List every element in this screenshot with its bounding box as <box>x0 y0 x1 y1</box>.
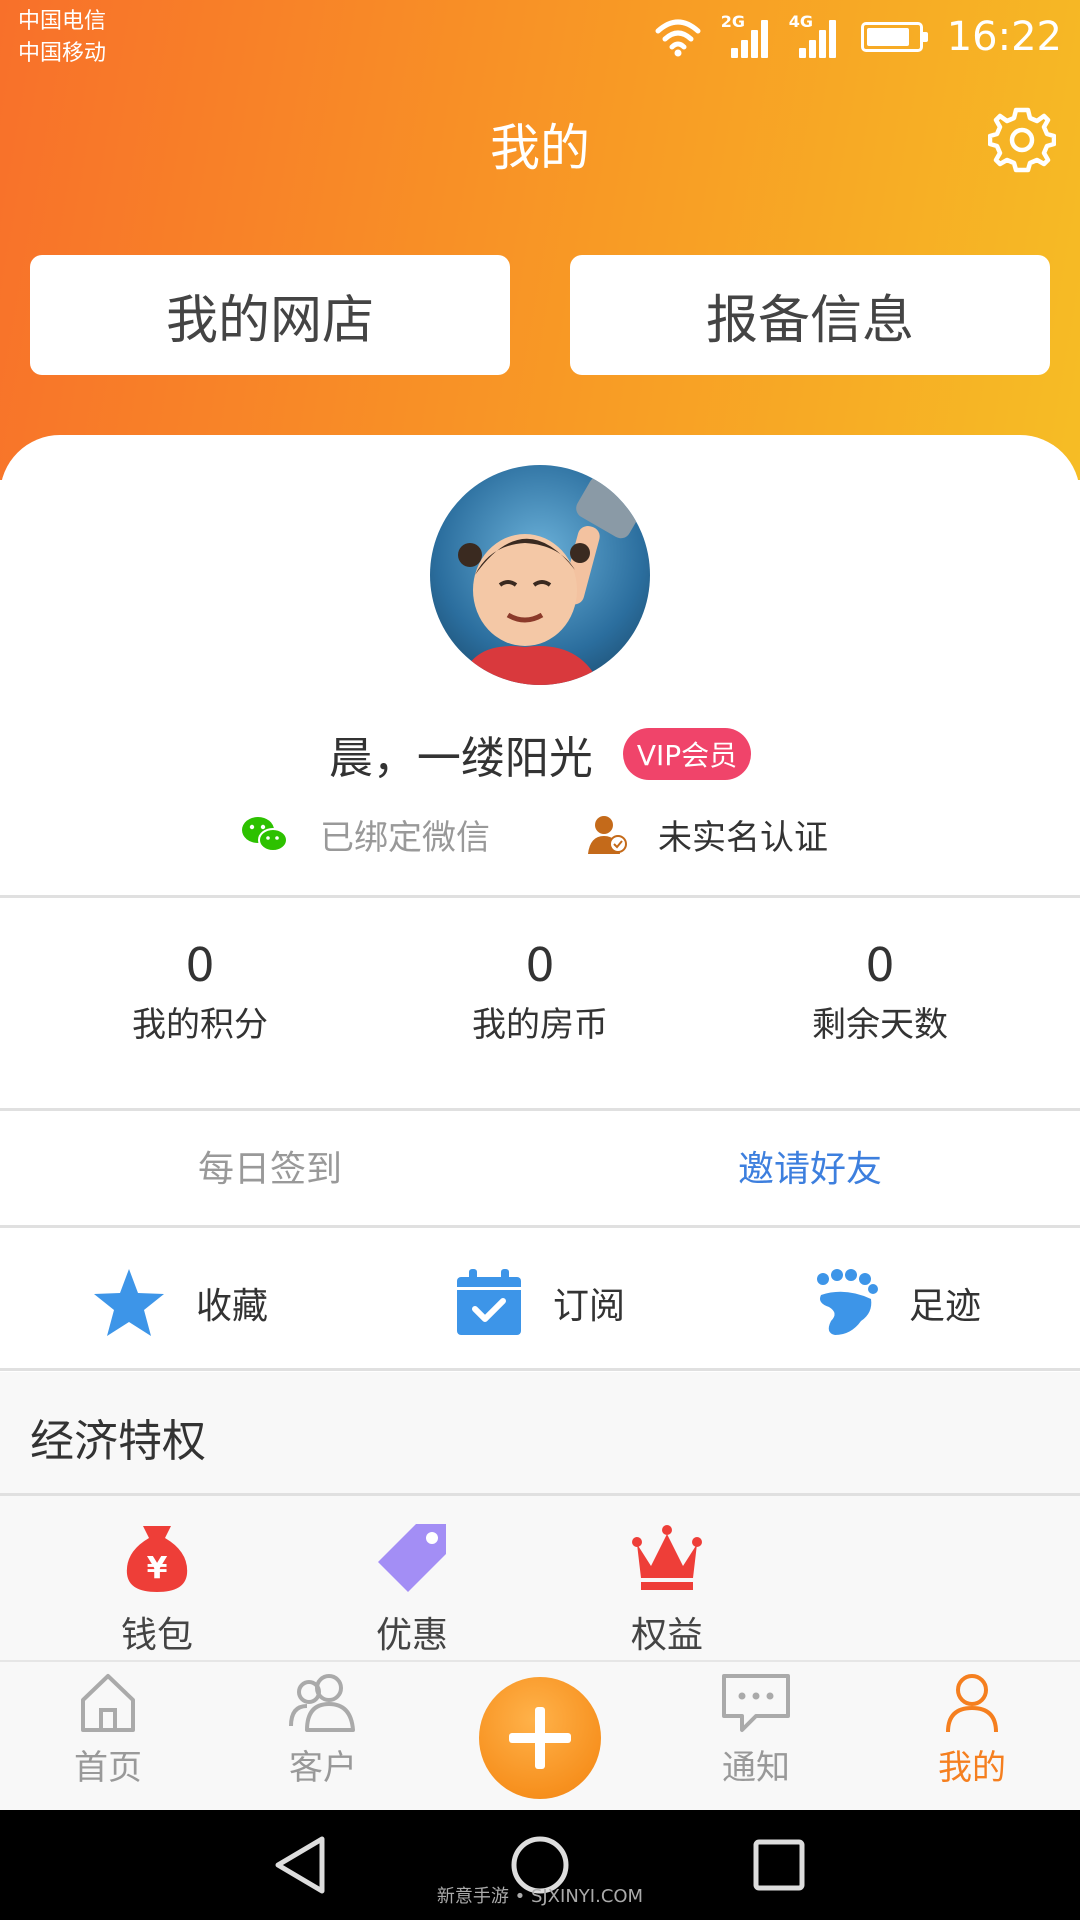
plus-icon <box>509 1707 571 1769</box>
footprints-label: 足迹 <box>909 1286 982 1327</box>
signal-2g-label: 2G <box>720 12 745 31</box>
discount-label: 优惠 <box>375 1615 448 1656</box>
stat-label: 我的房币 <box>472 1005 608 1045</box>
favorites-button[interactable]: 收藏 <box>92 1258 268 1348</box>
avatar[interactable] <box>430 465 650 685</box>
stat-value: 0 <box>185 938 215 992</box>
quick-links-row: 收藏 订阅 足迹 <box>0 1258 1080 1348</box>
realname-status-label: 未实名认证 <box>658 818 828 858</box>
status-icons: 2G 4G 16:22 <box>655 12 1062 62</box>
wifi-icon <box>655 19 701 57</box>
carrier-info: 中国电信 中国移动 <box>18 6 106 70</box>
invite-friends-button[interactable]: 邀请好友 <box>540 1140 1080 1192</box>
tag-icon <box>378 1524 446 1592</box>
favorites-label: 收藏 <box>196 1286 269 1327</box>
subscribe-label: 订阅 <box>553 1286 626 1327</box>
realname-status[interactable]: 未实名认证 <box>588 810 828 859</box>
avatar-image <box>458 476 644 685</box>
stat-label: 剩余天数 <box>812 1005 948 1045</box>
subscribe-button[interactable]: 订阅 <box>455 1258 625 1348</box>
divider <box>0 1368 1080 1371</box>
daily-sign-in-button[interactable]: 每日签到 <box>0 1140 540 1192</box>
stat-days-left[interactable]: 0 剩余天数 <box>710 935 1050 1046</box>
benefits-button[interactable]: 权益 <box>577 1522 757 1658</box>
benefits-label: 权益 <box>630 1615 703 1656</box>
discount-button[interactable]: 优惠 <box>322 1522 502 1658</box>
carrier-1: 中国电信 <box>18 9 107 34</box>
stat-value: 0 <box>865 938 895 992</box>
actions-row: 每日签到 邀请好友 <box>0 1140 1080 1200</box>
section-title: 经济特权 <box>30 1416 206 1467</box>
star-icon <box>94 1269 164 1336</box>
my-shop-button[interactable]: 我的网店 <box>30 255 510 375</box>
chat-icon <box>722 1674 790 1732</box>
person-icon <box>946 1674 998 1733</box>
tab-label: 首页 <box>74 1748 142 1788</box>
report-info-button[interactable]: 报备信息 <box>570 255 1050 375</box>
vip-badge: VIP会员 <box>622 728 752 780</box>
tab-home[interactable]: 首页 <box>38 1672 178 1789</box>
status-bar: 中国电信 中国移动 2G 4G 16:22 <box>0 0 1080 75</box>
stats-row: 0 我的积分 0 我的房币 0 剩余天数 <box>0 935 1080 1055</box>
footprint-icon <box>817 1269 878 1335</box>
user-verify-icon <box>588 815 627 854</box>
wechat-icon <box>242 816 288 852</box>
gear-icon[interactable] <box>988 106 1056 174</box>
add-button[interactable] <box>479 1677 601 1799</box>
binding-status-row: 已绑定微信 未实名认证 <box>0 810 1080 870</box>
tab-label: 通知 <box>722 1748 790 1788</box>
wallet-button[interactable]: ¥ 钱包 <box>67 1522 247 1658</box>
svg-text:¥: ¥ <box>147 1551 168 1586</box>
tab-label: 我的 <box>938 1748 1006 1788</box>
wechat-bind-status[interactable]: 已绑定微信 <box>240 810 490 859</box>
tab-mine[interactable]: 我的 <box>902 1672 1042 1789</box>
divider <box>0 1225 1080 1228</box>
stat-label: 我的积分 <box>132 1005 268 1045</box>
money-bag-icon: ¥ <box>126 1526 188 1592</box>
username: 晨，一缕阳光 <box>328 733 593 784</box>
divider <box>0 1108 1080 1111</box>
signal-4g-icon: 4G <box>789 12 837 58</box>
carrier-2: 中国移动 <box>18 41 107 66</box>
clock: 16:22 <box>946 14 1062 60</box>
signal-2g-icon: 2G <box>721 12 769 58</box>
divider <box>0 895 1080 898</box>
divider <box>0 1493 1080 1496</box>
home-icon <box>81 1674 135 1732</box>
calendar-check-icon <box>457 1269 521 1335</box>
stat-coins[interactable]: 0 我的房币 <box>370 935 710 1046</box>
battery-icon <box>860 22 928 52</box>
username-row: 晨，一缕阳光 VIP会员 <box>0 722 1080 786</box>
watermark: 新意手游 • SJXINYI.COM <box>436 1886 644 1907</box>
wallet-label: 钱包 <box>120 1615 193 1656</box>
tab-customers[interactable]: 客户 <box>253 1672 393 1789</box>
tab-notifications[interactable]: 通知 <box>686 1672 826 1789</box>
signal-4g-label: 4G <box>788 12 813 31</box>
footprints-button[interactable]: 足迹 <box>815 1258 981 1348</box>
wechat-status-label: 已绑定微信 <box>320 818 490 858</box>
page-title: 我的 <box>490 119 590 177</box>
users-icon <box>289 1674 355 1732</box>
crown-icon <box>632 1525 702 1590</box>
stat-value: 0 <box>525 938 555 992</box>
tab-label: 客户 <box>289 1748 357 1788</box>
stat-points[interactable]: 0 我的积分 <box>30 935 370 1046</box>
